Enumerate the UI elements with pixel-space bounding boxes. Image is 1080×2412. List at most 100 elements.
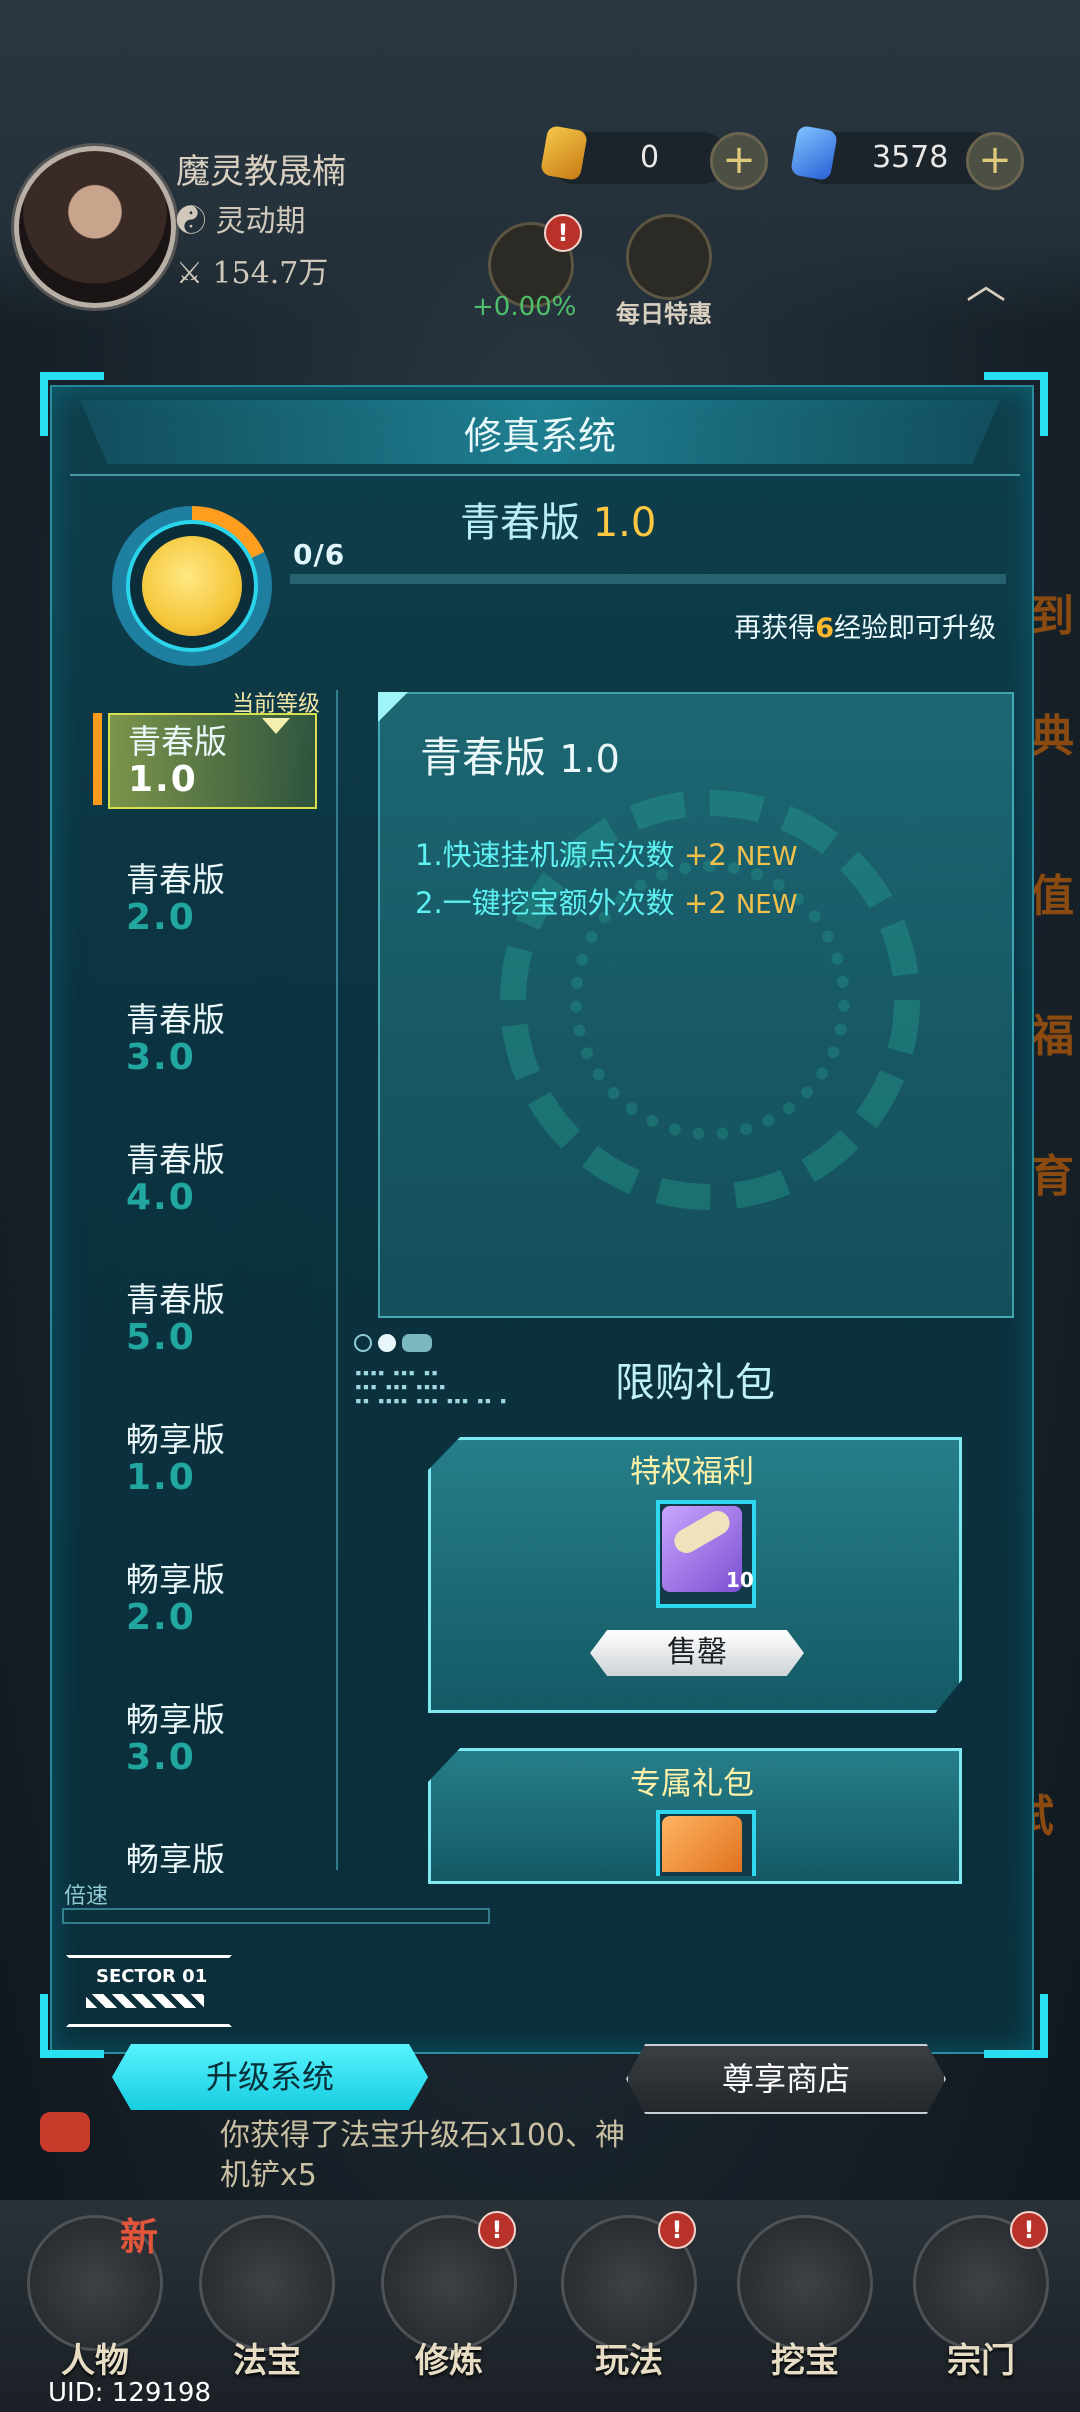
swords-icon: ⚔ [176, 256, 213, 291]
sector-label: SECTOR 01 [96, 1966, 208, 1987]
level-item[interactable]: 青春版 4.0 [108, 1133, 313, 1225]
uid-label: UID: 129198 [48, 2378, 211, 2408]
exp-tip-pre: 再获得 [734, 613, 816, 644]
level-version: 1.0 [126, 1457, 196, 1498]
page-dot[interactable] [402, 1333, 432, 1352]
gift-card-title: 专属礼包 [630, 1766, 754, 1802]
chat-bubble-icon[interactable] [40, 2112, 90, 2152]
side-label: 到 [1030, 591, 1074, 642]
level-item[interactable]: 畅享版 1.0 [108, 1413, 313, 1505]
player-avatar[interactable] [14, 146, 176, 308]
perk-text: 2.一键挖宝额外次数 [415, 886, 675, 920]
level-version: 3.0 [126, 1037, 196, 1078]
yin-yang-icon: ☯ [176, 204, 216, 239]
speed-label: 倍速 [64, 1884, 109, 1909]
panel-corner-mark [378, 692, 408, 722]
tab-premium-shop[interactable]: 尊享商店 [626, 2044, 946, 2114]
side-label: 值 [1030, 871, 1074, 922]
level-name: 青春版 [126, 1140, 225, 1179]
level-name: 畅享版 [126, 1840, 225, 1873]
exp-progress-text: 0/6 [293, 538, 346, 571]
nav-label: 人物 [61, 2341, 129, 2381]
nav-gameplay[interactable]: 玩法 ! [554, 2211, 704, 2381]
player-power: ⚔ 154.7万 [176, 248, 328, 292]
detail-title: 青春版 1.0 [420, 724, 620, 785]
side-label: 典 [1030, 711, 1074, 762]
detail-number: 1.0 [559, 737, 620, 781]
treasure-icon [199, 2215, 335, 2351]
version-label: 青春版 [460, 500, 580, 546]
alert-badge: ! [658, 2211, 696, 2249]
gift-card-title: 特权福利 [630, 1454, 754, 1490]
level-name: 畅享版 [126, 1560, 225, 1599]
item-count: 10 [726, 1568, 754, 1592]
page-dot[interactable] [378, 1333, 396, 1352]
level-sun-icon [142, 536, 242, 636]
exp-tip-number: 6 [815, 613, 834, 644]
current-arrow-icon [262, 718, 290, 734]
dialog-title: 修真系统 [463, 414, 616, 458]
new-badge: 新 [120, 2214, 159, 2259]
nav-label: 宗门 [947, 2341, 1015, 2381]
collapse-up-icon[interactable]: ︿ [966, 252, 1006, 310]
level-name: 青春版 [126, 1280, 225, 1319]
side-label: 福 [1030, 1011, 1074, 1062]
level-item[interactable]: 畅享版 3.0 [108, 1693, 313, 1785]
tab-upgrade-system[interactable]: 升级系统 [112, 2044, 428, 2110]
level-version: 2.0 [126, 897, 196, 938]
exp-tip: 再获得6经验即可升级 [620, 606, 996, 645]
gold-value: 0 [640, 140, 660, 175]
level-version: 3.0 [126, 1737, 196, 1778]
player-name: 魔灵教晟楠 [176, 152, 346, 192]
nav-label: 挖宝 [771, 2341, 839, 2381]
alert-badge: ! [544, 214, 582, 252]
chat-message: 你获得了法宝升级石x100、神 [220, 2118, 626, 2153]
level-item[interactable]: 畅享版 2.0 [108, 1553, 313, 1645]
level-version: 1.0 [128, 759, 198, 800]
detail-name: 青春版 [420, 733, 547, 782]
list-divider [336, 690, 338, 1870]
perk-line: 1.快速挂机源点次数 +2 NEW [415, 832, 797, 874]
gift-heading: 限购礼包 [615, 1360, 775, 1406]
level-version: 4.0 [126, 1177, 196, 1218]
level-name: 青春版 [126, 1000, 225, 1039]
level-name: 畅享版 [126, 1700, 225, 1739]
crystal-plus-button[interactable]: + [966, 132, 1024, 190]
daily-deal-icon[interactable] [626, 214, 712, 300]
exp-progress-bar [290, 574, 1006, 584]
page-dot[interactable] [354, 1333, 372, 1352]
nav-label: 法宝 [233, 2341, 301, 2381]
power-value: 154.7万 [212, 256, 329, 291]
player-realm: ☯ 灵动期 [176, 196, 306, 240]
version-number: 1.0 [592, 500, 657, 546]
level-item[interactable]: 青春版 3.0 [108, 993, 313, 1085]
perk-plus: +2 [683, 838, 727, 872]
daily-deal-label: 每日特惠 [616, 300, 712, 328]
frame-corner [984, 1994, 1048, 2058]
page-indicator [354, 1332, 438, 1352]
nav-cultivate[interactable]: 修炼 ! [374, 2211, 524, 2381]
sold-out-button[interactable]: 售罄 [590, 1630, 804, 1676]
alert-badge: ! [1010, 2211, 1048, 2249]
nav-dig[interactable]: 挖宝 [730, 2215, 880, 2381]
level-item[interactable]: 青春版 2.0 [108, 853, 313, 945]
perk-new: NEW [735, 842, 798, 872]
level-name: 青春版 [126, 860, 225, 899]
level-item[interactable]: 畅享版 [108, 1833, 313, 1873]
level-name: 畅享版 [126, 1420, 225, 1459]
level-version: 2.0 [126, 1597, 196, 1638]
title-ruler [70, 474, 1020, 476]
crystal-value: 3578 [872, 140, 949, 175]
perk-text: 1.快速挂机源点次数 [415, 838, 675, 872]
perk-plus: +2 [683, 886, 727, 920]
gold-plus-button[interactable]: + [710, 132, 768, 190]
exp-rate: +0.00% [472, 292, 577, 322]
chat-message-cont: 机铲x5 [220, 2158, 317, 2193]
perk-new: NEW [735, 890, 798, 920]
current-version-title: 青春版 1.0 [460, 490, 656, 548]
nav-sect[interactable]: 宗门 ! [906, 2211, 1056, 2381]
side-label: 育 [1030, 1151, 1074, 1202]
shovel-icon [737, 2215, 873, 2351]
nav-treasure[interactable]: 法宝 [192, 2215, 342, 2381]
speed-strip[interactable] [62, 1908, 490, 1924]
